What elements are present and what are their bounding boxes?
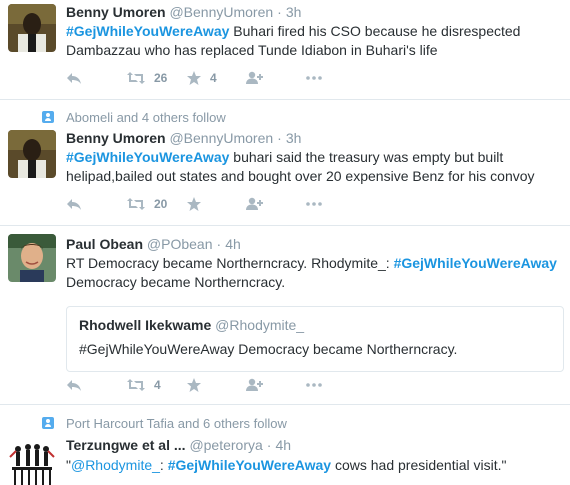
tweet-text: RT Democracy became Northerncracy. Rhody… bbox=[66, 254, 566, 292]
like-star-icon bbox=[187, 71, 201, 85]
more-icon bbox=[306, 383, 322, 387]
timestamp[interactable]: 3h bbox=[286, 4, 302, 20]
quoted-author-name: Rhodwell Ikekwame bbox=[79, 317, 212, 333]
hashtag-link[interactable]: #GejWhileYouWereAway bbox=[168, 457, 331, 473]
author-handle[interactable]: @PObean bbox=[147, 236, 213, 252]
quoted-tweet-header: Rhodwell Ikekwame @Rhodymite_ bbox=[79, 317, 304, 333]
quoted-author-handle: @Rhodymite_ bbox=[215, 317, 305, 333]
retweet-button[interactable]: 4 bbox=[126, 378, 186, 392]
tweet-header: Paul Obean @PObean · 4h bbox=[66, 236, 241, 252]
follow-context: Abomeli and 4 others follow bbox=[42, 109, 226, 125]
quoted-tweet[interactable]: Rhodwell Ikekwame @Rhodymite_ #GejWhileY… bbox=[66, 306, 564, 372]
avatar[interactable] bbox=[8, 4, 56, 52]
timestamp[interactable]: 4h bbox=[225, 236, 241, 252]
tweet-actions: 26 4 bbox=[66, 69, 366, 87]
follow-button[interactable] bbox=[246, 71, 306, 85]
follow-icon bbox=[246, 197, 263, 210]
tweet-4[interactable]: Port Harcourt Tafia and 6 others follow … bbox=[0, 405, 570, 485]
retweet-count: 20 bbox=[154, 197, 168, 211]
tweet-header: Benny Umoren @BennyUmoren · 3h bbox=[66, 130, 302, 146]
like-star-icon bbox=[187, 197, 201, 211]
follow-context-text[interactable]: Abomeli and 4 others follow bbox=[66, 110, 226, 125]
author-name[interactable]: Benny Umoren bbox=[66, 130, 166, 146]
tweet-text: #GejWhileYouWereAway Buhari fired his CS… bbox=[66, 22, 566, 60]
retweet-button[interactable]: 26 bbox=[126, 71, 186, 85]
tweet-3[interactable]: Paul Obean @PObean · 4h RT Democracy becam… bbox=[0, 226, 570, 403]
follow-icon bbox=[246, 71, 263, 84]
avatar[interactable] bbox=[8, 234, 56, 282]
mention-link[interactable]: @Rhodymite_ bbox=[71, 457, 160, 473]
follow-button[interactable] bbox=[246, 378, 306, 392]
tweet-text-body: cows had presidential visit." bbox=[331, 457, 507, 473]
reply-icon bbox=[67, 199, 81, 210]
quoted-tweet-text: #GejWhileYouWereAway Democracy became No… bbox=[79, 341, 458, 357]
reply-button[interactable] bbox=[66, 197, 126, 211]
tweet-text: #GejWhileYouWereAway buhari said the tre… bbox=[66, 148, 566, 186]
tweet-actions: 20 bbox=[66, 195, 366, 213]
reply-icon bbox=[67, 380, 81, 391]
like-star-icon bbox=[187, 378, 201, 392]
reply-button[interactable] bbox=[66, 378, 126, 392]
follow-context-icon bbox=[42, 111, 54, 123]
like-button[interactable]: 4 bbox=[186, 70, 246, 86]
more-icon bbox=[306, 76, 322, 80]
follow-context-text[interactable]: Port Harcourt Tafia and 6 others follow bbox=[66, 416, 287, 431]
like-count: 4 bbox=[210, 71, 217, 85]
tweet-actions: 4 bbox=[66, 376, 366, 394]
retweet-button[interactable]: 20 bbox=[126, 197, 186, 211]
author-handle[interactable]: @peterorya bbox=[189, 437, 262, 453]
more-button[interactable] bbox=[306, 76, 366, 80]
retweet-icon bbox=[127, 72, 145, 84]
like-button[interactable] bbox=[186, 196, 246, 212]
hashtag-link[interactable]: #GejWhileYouWereAway bbox=[66, 149, 229, 165]
more-button[interactable] bbox=[306, 202, 366, 206]
follow-context-icon bbox=[42, 417, 54, 429]
tweet-text-body: : bbox=[159, 457, 168, 473]
avatar[interactable] bbox=[8, 437, 56, 485]
more-button[interactable] bbox=[306, 383, 366, 387]
tweet-header: Terzungwe et al ... @peterorya · 4h bbox=[66, 437, 292, 453]
tweet-header: Benny Umoren @BennyUmoren · 3h bbox=[66, 4, 302, 20]
reply-icon bbox=[67, 73, 81, 84]
author-handle[interactable]: @BennyUmoren bbox=[169, 4, 273, 20]
more-icon bbox=[306, 202, 322, 206]
follow-context: Port Harcourt Tafia and 6 others follow bbox=[42, 415, 287, 431]
hashtag-link[interactable]: #GejWhileYouWereAway bbox=[394, 255, 557, 271]
tweet-2[interactable]: Abomeli and 4 others follow Benny Umoren… bbox=[0, 100, 570, 224]
timestamp[interactable]: 3h bbox=[286, 130, 302, 146]
retweet-icon bbox=[127, 198, 145, 210]
retweet-count: 4 bbox=[154, 378, 161, 392]
tweet-text-body: RT Democracy became Northerncracy. Rhody… bbox=[66, 255, 394, 271]
avatar[interactable] bbox=[8, 130, 56, 178]
follow-icon bbox=[246, 378, 263, 391]
timestamp[interactable]: 4h bbox=[275, 437, 291, 453]
retweet-icon bbox=[127, 379, 145, 391]
author-name[interactable]: Paul Obean bbox=[66, 236, 143, 252]
hashtag-link[interactable]: #GejWhileYouWereAway bbox=[66, 23, 229, 39]
author-handle[interactable]: @BennyUmoren bbox=[169, 130, 273, 146]
retweet-count: 26 bbox=[154, 71, 168, 85]
follow-button[interactable] bbox=[246, 197, 306, 211]
tweet-text: "@Rhodymite_: #GejWhileYouWereAway cows … bbox=[66, 456, 566, 475]
author-name[interactable]: Benny Umoren bbox=[66, 4, 166, 20]
reply-button[interactable] bbox=[66, 71, 126, 85]
like-button[interactable] bbox=[186, 377, 246, 393]
tweet-1[interactable]: Benny Umoren @BennyUmoren · 3h #GejWhileYo… bbox=[0, 0, 570, 98]
tweet-text-body: Democracy became Northerncracy. bbox=[66, 274, 286, 290]
author-name[interactable]: Terzungwe et al ... bbox=[66, 437, 186, 453]
